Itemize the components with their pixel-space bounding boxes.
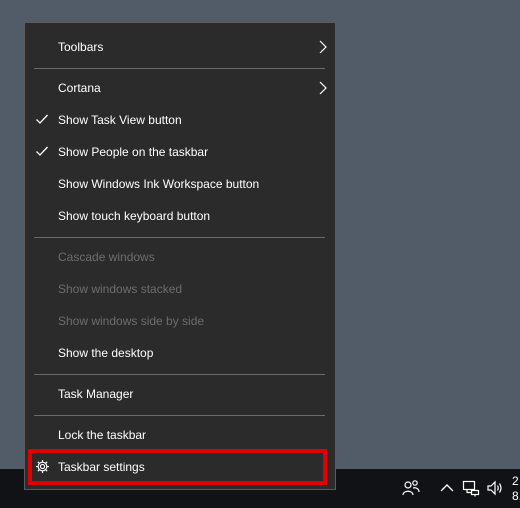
volume-icon[interactable] — [486, 478, 506, 498]
menu-item-label: Show windows side by side — [58, 314, 205, 328]
menu-item-label: Show Windows Ink Workspace button — [58, 177, 260, 191]
chevron-up-icon[interactable] — [437, 478, 457, 498]
menu-item-label: Show the desktop — [58, 346, 154, 360]
menu-item-show-ink-workspace[interactable]: Show Windows Ink Workspace button — [25, 168, 335, 200]
menu-separator — [34, 415, 325, 416]
highlight-box — [28, 449, 327, 485]
menu-item-windows-stacked: Show windows stacked — [25, 273, 335, 305]
menu-item-label: Toolbars — [58, 40, 104, 54]
menu-item-toolbars[interactable]: Toolbars — [25, 31, 335, 63]
menu-item-show-task-view[interactable]: Show Task View button — [25, 104, 335, 136]
network-icon[interactable] — [461, 478, 481, 498]
menu-item-label: Task Manager — [58, 387, 134, 401]
clock-date[interactable]: 8, — [512, 490, 520, 502]
taskbar-context-menu: Toolbars Cortana Show Task View button S… — [24, 22, 336, 490]
menu-item-label: Show People on the taskbar — [58, 145, 209, 159]
menu-item-show-people[interactable]: Show People on the taskbar — [25, 136, 335, 168]
menu-item-windows-side-by-side: Show windows side by side — [25, 305, 335, 337]
chevron-right-icon — [319, 40, 327, 54]
menu-item-label: Show Task View button — [58, 113, 182, 127]
menu-item-cortana[interactable]: Cortana — [25, 72, 335, 104]
menu-item-label: Cascade windows — [58, 250, 155, 264]
menu-item-show-touch-keyboard[interactable]: Show touch keyboard button — [25, 200, 335, 232]
menu-item-label: Show windows stacked — [58, 282, 183, 296]
people-icon[interactable] — [401, 478, 421, 498]
chevron-right-icon — [319, 81, 327, 95]
menu-item-label: Lock the taskbar — [58, 428, 147, 442]
menu-separator — [34, 374, 325, 375]
checkmark-icon — [35, 112, 49, 126]
checkmark-icon — [35, 144, 49, 158]
menu-item-label: Show touch keyboard button — [58, 209, 211, 223]
menu-item-show-desktop[interactable]: Show the desktop — [25, 337, 335, 369]
menu-item-label: Cortana — [58, 81, 101, 95]
menu-item-task-manager[interactable]: Task Manager — [25, 378, 335, 410]
menu-item-lock-taskbar[interactable]: Lock the taskbar — [25, 419, 335, 451]
clock-time[interactable]: 2 — [512, 475, 519, 487]
menu-separator — [34, 237, 325, 238]
menu-separator — [34, 68, 325, 69]
menu-item-cascade-windows: Cascade windows — [25, 241, 335, 273]
